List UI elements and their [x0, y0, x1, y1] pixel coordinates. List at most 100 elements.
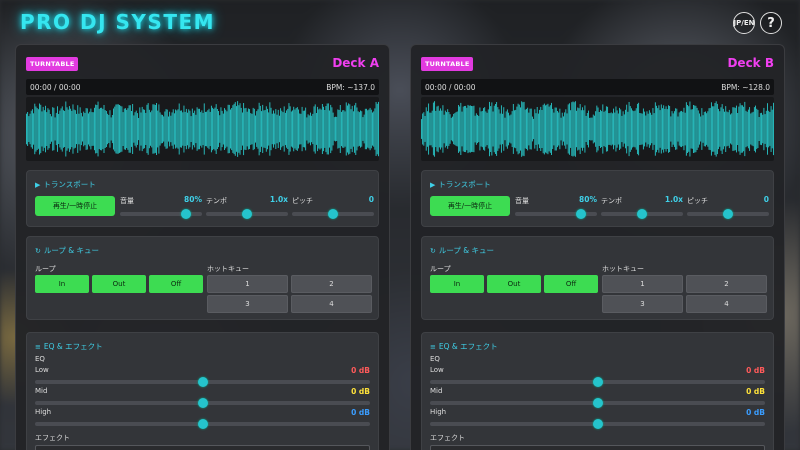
waveform-bar	[763, 107, 765, 151]
language-toggle-button[interactable]: JP/EN	[733, 12, 755, 34]
eq-high-slider-thumb[interactable]	[197, 419, 208, 429]
hotcue-1-button[interactable]: 1	[602, 275, 683, 293]
waveform-bar	[605, 106, 607, 152]
help-button[interactable]: ?	[760, 12, 782, 34]
pitch-slider-thumb[interactable]	[328, 209, 338, 219]
waveform-bar	[354, 105, 356, 153]
waveform-bar	[689, 101, 691, 157]
eq-mid-slider-thumb[interactable]	[592, 398, 603, 408]
hotcue-3-button[interactable]: 3	[602, 295, 683, 313]
volume-slider-thumb[interactable]	[180, 209, 191, 219]
waveform-bar	[750, 113, 752, 145]
waveform-bar	[499, 113, 501, 145]
pitch-slider-thumb[interactable]	[723, 209, 733, 219]
loop-off-button[interactable]: Off	[149, 275, 203, 293]
waveform-bar	[255, 115, 256, 143]
waveform-bar	[459, 106, 461, 152]
waveform-bar	[125, 108, 126, 150]
waveform-bar	[700, 116, 702, 142]
eq-low-slider[interactable]	[430, 377, 765, 387]
pitch-slider[interactable]	[292, 209, 374, 219]
loop-out-button[interactable]: Out	[92, 275, 146, 293]
loop-off-button[interactable]: Off	[544, 275, 598, 293]
waveform-bar	[221, 110, 223, 148]
waveform-bar	[567, 104, 569, 154]
hotcue-4-button[interactable]: 4	[291, 295, 372, 313]
waveform-bar	[663, 105, 665, 153]
waveform-bar	[530, 108, 532, 150]
loop-in-button[interactable]: In	[35, 275, 89, 293]
loop-label: ループ	[430, 265, 451, 273]
waveform-bar	[313, 106, 315, 152]
waveform-bar	[570, 110, 572, 148]
waveform-bar	[548, 106, 550, 152]
eq-low-slider[interactable]	[35, 377, 370, 387]
waveform-bar	[604, 110, 606, 148]
waveform-bar	[676, 108, 678, 150]
waveform-bar	[436, 106, 438, 152]
hotcue-1-button[interactable]: 1	[207, 275, 288, 293]
waveform-bar	[284, 112, 286, 146]
transport-panel: ▶ トランスポート 再生/一時停止 音量 80% テンポ 1.0x ピッチ 0	[26, 170, 379, 227]
waveform-bar	[185, 108, 187, 150]
eq-mid-slider-thumb[interactable]	[197, 398, 208, 408]
eq-mid-slider[interactable]	[430, 398, 765, 408]
hotcue-3-button[interactable]: 3	[207, 295, 288, 313]
waveform-bar	[238, 105, 240, 153]
waveform-bar	[616, 110, 618, 148]
waveform-bar	[292, 110, 293, 148]
waveform-display[interactable]	[421, 97, 774, 161]
eq-high-slider[interactable]	[35, 419, 370, 429]
hotcue-2-button[interactable]: 2	[291, 275, 372, 293]
effect-select[interactable]: なし ⌄	[430, 445, 765, 450]
waveform-bar	[236, 106, 237, 152]
waveform-bar	[246, 111, 248, 147]
waveform-bar	[271, 113, 273, 145]
waveform-bar	[677, 116, 679, 142]
loop-in-button[interactable]: In	[430, 275, 484, 293]
tempo-slider-thumb[interactable]	[242, 209, 252, 219]
waveform-bar	[253, 108, 255, 150]
track-info-bar: 00:00 / 00:00 BPM: ~137.0	[26, 79, 379, 95]
waveform-display[interactable]	[26, 97, 379, 161]
hotcue-2-button[interactable]: 2	[686, 275, 767, 293]
volume-slider[interactable]	[515, 209, 597, 219]
tempo-slider[interactable]	[601, 209, 683, 219]
waveform-bar	[492, 111, 494, 147]
loop-out-button[interactable]: Out	[487, 275, 541, 293]
waveform-bar	[632, 110, 634, 148]
waveform-bar	[641, 113, 643, 145]
waveform-bar	[199, 108, 200, 150]
waveform-bar	[571, 102, 573, 156]
waveform-bar	[568, 103, 570, 155]
eq-low-slider-thumb[interactable]	[197, 377, 208, 387]
play-pause-button[interactable]: 再生/一時停止	[430, 196, 510, 216]
eq-effects-title-text: EQ & エフェクト	[438, 342, 498, 351]
volume-slider[interactable]	[120, 209, 202, 219]
waveform-bar	[503, 107, 505, 151]
waveform-bar	[694, 105, 696, 153]
deck-header: TURNTABLE Deck A	[26, 56, 379, 72]
mode-badge[interactable]: TURNTABLE	[26, 57, 79, 71]
waveform-bar	[201, 110, 203, 148]
waveform-bar	[320, 109, 322, 149]
waveform-bar	[561, 112, 563, 146]
eq-high-slider[interactable]	[430, 419, 765, 429]
hotcue-4-button[interactable]: 4	[686, 295, 767, 313]
pitch-slider[interactable]	[687, 209, 769, 219]
tempo-slider[interactable]	[206, 209, 288, 219]
bpm-display: BPM: ~128.0	[721, 83, 770, 92]
eq-mid-slider[interactable]	[35, 398, 370, 408]
waveform-bar	[685, 102, 687, 156]
mode-badge[interactable]: TURNTABLE	[421, 57, 474, 71]
eq-high-slider-thumb[interactable]	[592, 419, 603, 429]
tempo-slider-thumb[interactable]	[637, 209, 647, 219]
tempo-control: テンポ 1.0x	[206, 195, 288, 222]
eq-low-slider-thumb[interactable]	[592, 377, 603, 387]
bpm-display: BPM: ~137.0	[326, 83, 375, 92]
effect-select[interactable]: なし ⌄	[35, 445, 370, 450]
waveform-bar	[580, 110, 582, 148]
volume-slider-thumb[interactable]	[575, 209, 586, 219]
waveform-bar	[468, 105, 470, 153]
play-pause-button[interactable]: 再生/一時停止	[35, 196, 115, 216]
